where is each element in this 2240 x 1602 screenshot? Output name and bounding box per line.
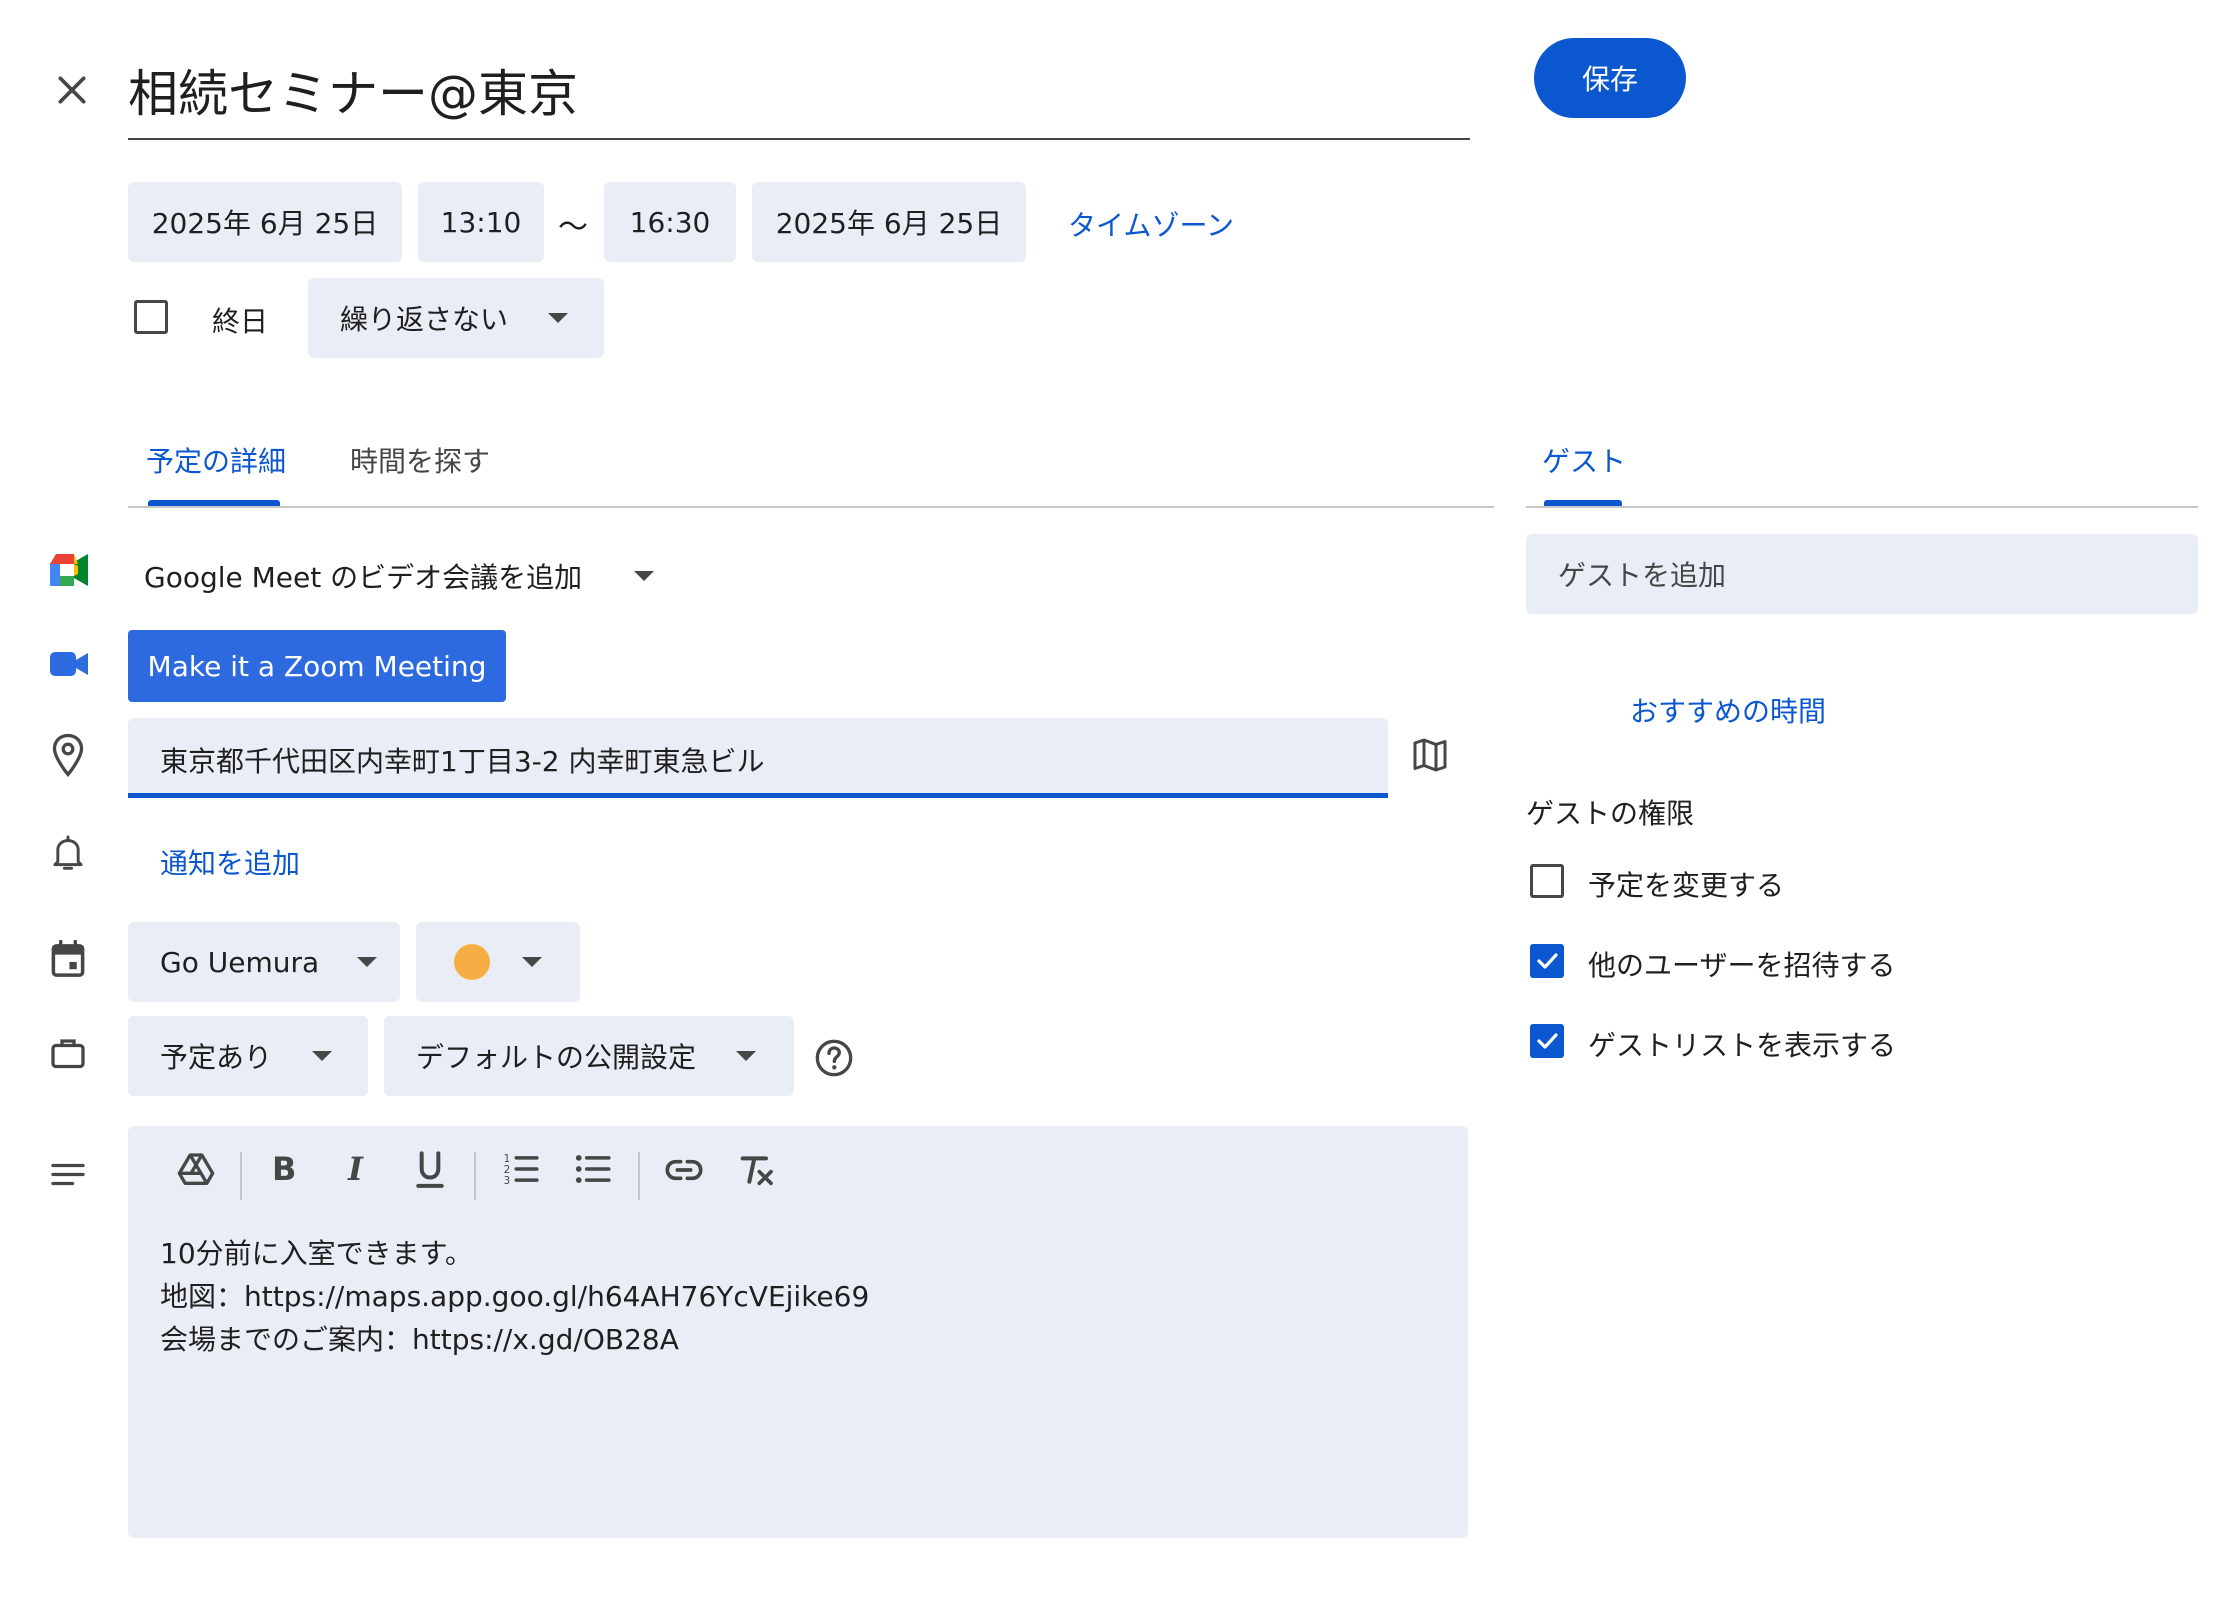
tab-guests[interactable]: ゲスト xyxy=(1542,440,1626,480)
bold-icon[interactable]: B xyxy=(272,1150,296,1188)
permission-invite-others-checkbox[interactable] xyxy=(1530,944,1564,978)
all-day-label: 終日 xyxy=(212,305,269,338)
description-line: 会場までのご案内：https://x.gd/OB28A xyxy=(160,1323,679,1356)
help-icon[interactable] xyxy=(814,1038,854,1078)
underline-icon[interactable] xyxy=(412,1150,448,1190)
toolbar-separator xyxy=(240,1152,242,1200)
google-meet-dropdown[interactable]: Google Meet のビデオ会議を追加 xyxy=(144,556,655,596)
permission-modify-event-label: 予定を変更する xyxy=(1588,869,1785,902)
calendar-icon xyxy=(50,940,86,978)
start-date-chip[interactable]: 2025年 6月 25日 xyxy=(128,182,402,262)
permission-invite-others-label: 他のユーザーを招待する xyxy=(1588,949,1896,982)
time-separator: 〜 xyxy=(558,210,588,245)
google-meet-icon xyxy=(48,552,90,588)
guest-permissions-heading: ゲストの権限 xyxy=(1526,797,1695,830)
availability-label: 予定あり xyxy=(160,1041,273,1074)
event-color-dropdown[interactable] xyxy=(416,922,580,1002)
chevron-down-icon xyxy=(736,1051,757,1061)
calendar-owner-dropdown[interactable]: Go Uemura xyxy=(128,922,400,1002)
add-guests-input[interactable]: ゲストを追加 xyxy=(1526,534,2198,614)
tabs-divider xyxy=(128,506,1494,508)
permission-see-guest-list-label: ゲストリストを表示する xyxy=(1588,1029,1897,1062)
visibility-dropdown[interactable]: デフォルトの公開設定 xyxy=(384,1016,794,1096)
bell-icon xyxy=(52,834,84,872)
save-button-label: 保存 xyxy=(1581,63,1638,96)
visibility-label: デフォルトの公開設定 xyxy=(416,1041,697,1074)
availability-dropdown[interactable]: 予定あり xyxy=(128,1016,368,1096)
add-guests-placeholder: ゲストを追加 xyxy=(1558,559,1727,592)
start-time-chip[interactable]: 13:10 xyxy=(418,182,544,262)
permission-modify-event-checkbox[interactable] xyxy=(1530,864,1564,898)
chevron-down-icon xyxy=(548,313,569,323)
chevron-down-icon xyxy=(634,571,655,581)
zoom-meeting-label: Make it a Zoom Meeting xyxy=(147,649,487,683)
all-day-checkbox[interactable] xyxy=(134,300,168,334)
close-icon[interactable] xyxy=(52,70,92,110)
chevron-down-icon xyxy=(357,957,378,967)
toolbar-separator xyxy=(638,1152,640,1200)
location-pin-icon xyxy=(50,732,86,778)
google-drive-icon[interactable] xyxy=(176,1150,216,1190)
bulleted-list-icon[interactable] xyxy=(574,1150,612,1188)
add-notification-link[interactable]: 通知を追加 xyxy=(160,842,300,882)
end-date-chip[interactable]: 2025年 6月 25日 xyxy=(752,182,1026,262)
end-time-chip[interactable]: 16:30 xyxy=(604,182,736,262)
calendar-owner-label: Go Uemura xyxy=(160,945,320,979)
repeat-label: 繰り返さない xyxy=(340,303,509,336)
title-input[interactable]: 相続セミナー@東京 xyxy=(128,44,1470,140)
description-text: 10分前に入室できます。 地図：https://maps.app.goo.gl/… xyxy=(160,1232,869,1361)
italic-icon[interactable]: I xyxy=(348,1150,363,1188)
tab-find-time[interactable]: 時間を探す xyxy=(350,440,490,480)
briefcase-icon xyxy=(50,1036,86,1070)
description-icon xyxy=(50,1162,86,1190)
start-time-label: 13:10 xyxy=(440,205,522,239)
numbered-list-icon[interactable]: 1 2 3 xyxy=(502,1150,540,1188)
zoom-meeting-button[interactable]: Make it a Zoom Meeting xyxy=(128,630,506,702)
save-button[interactable]: 保存 xyxy=(1534,38,1686,118)
clear-formatting-icon[interactable] xyxy=(736,1150,776,1190)
google-meet-label: Google Meet のビデオ会議を追加 xyxy=(144,561,583,594)
location-input[interactable]: 東京都千代田区内幸町1丁目3-2 内幸町東急ビル xyxy=(128,718,1388,798)
svg-text:3: 3 xyxy=(504,1175,511,1187)
repeat-dropdown[interactable]: 繰り返さない xyxy=(308,278,604,358)
description-line: 10分前に入室できます。 xyxy=(160,1237,473,1270)
end-time-label: 16:30 xyxy=(629,205,711,239)
event-color-swatch xyxy=(454,944,490,980)
chevron-down-icon xyxy=(312,1051,333,1061)
permission-see-guest-list-checkbox[interactable] xyxy=(1530,1024,1564,1058)
timezone-link[interactable]: タイムゾーン xyxy=(1068,204,1234,244)
zoom-camera-icon xyxy=(50,650,88,678)
link-icon[interactable] xyxy=(664,1150,704,1190)
guests-tabs-divider xyxy=(1526,506,2198,508)
suggested-times-link[interactable]: おすすめの時間 xyxy=(1630,690,1826,730)
location-text: 東京都千代田区内幸町1丁目3-2 内幸町東急ビル xyxy=(160,745,765,778)
start-date-label: 2025年 6月 25日 xyxy=(151,207,379,240)
description-line: 地図：https://maps.app.goo.gl/h64AH76YcVEji… xyxy=(160,1280,870,1313)
map-icon[interactable] xyxy=(1412,738,1448,772)
title-text: 相続セミナー@東京 xyxy=(128,65,578,123)
chevron-down-icon xyxy=(522,957,542,967)
end-date-label: 2025年 6月 25日 xyxy=(775,207,1003,240)
toolbar-separator xyxy=(474,1152,476,1200)
tab-event-details[interactable]: 予定の詳細 xyxy=(146,440,286,480)
